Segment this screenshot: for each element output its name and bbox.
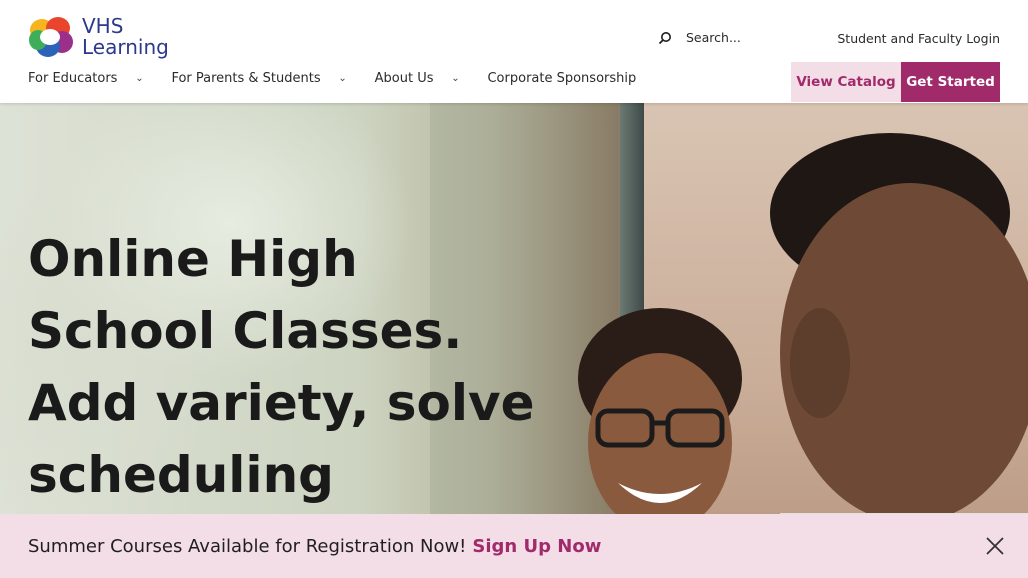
login-link[interactable]: Student and Faculty Login xyxy=(837,31,1000,46)
main-nav: For Educators ⌄ For Parents & Students ⌄… xyxy=(28,71,636,86)
view-catalog-button[interactable]: View Catalog xyxy=(791,62,901,102)
nav-item-corporate-sponsorship[interactable]: Corporate Sponsorship xyxy=(487,71,636,86)
logo-text: VHS Learning xyxy=(82,16,169,58)
search-icon xyxy=(658,31,671,44)
nav-item-label: About Us xyxy=(374,71,434,86)
logo-line-2: Learning xyxy=(82,35,169,59)
hero-title: Online High School Classes. Add variety,… xyxy=(28,230,535,504)
banner-text: Summer Courses Available for Registratio… xyxy=(28,535,467,557)
get-started-button[interactable]: Get Started xyxy=(901,62,1000,102)
search-input[interactable]: Search... xyxy=(686,30,741,45)
nav-item-label: Corporate Sponsorship xyxy=(487,71,637,86)
hero-teacher-image xyxy=(770,133,1028,578)
logo-mark-icon xyxy=(28,16,74,58)
close-icon[interactable] xyxy=(985,536,1005,556)
nav-item-about-us[interactable]: About Us ⌄ xyxy=(375,71,461,86)
logo-line-1: VHS xyxy=(82,14,124,38)
chevron-down-icon: ⌄ xyxy=(135,73,144,84)
site-header: VHS Learning Search... Student and Facul… xyxy=(0,0,1028,103)
nav-item-for-parents-students[interactable]: For Parents & Students ⌄ xyxy=(171,71,347,86)
hero-section: Online High School Classes. Add variety,… xyxy=(0,103,1028,578)
sign-up-now-link[interactable]: Sign Up Now xyxy=(472,536,601,557)
chevron-down-icon: ⌄ xyxy=(338,73,347,84)
logo[interactable]: VHS Learning xyxy=(28,16,169,58)
nav-item-label: For Parents & Students xyxy=(171,71,321,86)
search-box[interactable]: Search... xyxy=(658,30,741,45)
chevron-down-icon: ⌄ xyxy=(451,73,460,84)
nav-item-for-educators[interactable]: For Educators ⌄ xyxy=(28,71,144,86)
nav-item-label: For Educators xyxy=(28,71,118,86)
announcement-banner: Summer Courses Available for Registratio… xyxy=(0,514,1028,578)
